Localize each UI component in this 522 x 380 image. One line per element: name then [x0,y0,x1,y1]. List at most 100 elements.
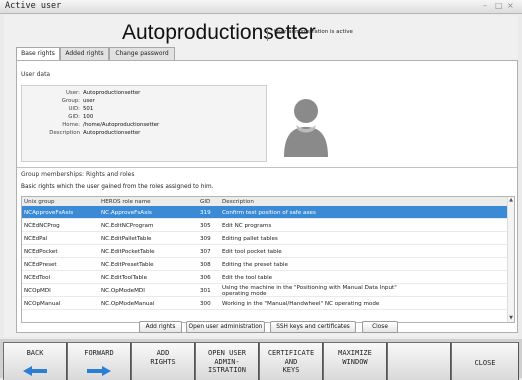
cell-role-name: NC.EditPalletTable [101,235,152,242]
user-field-row: User: Autoproductionsetter [22,89,268,97]
col-description[interactable]: Description [222,197,254,206]
cell-gid: 300 [200,300,211,307]
dialog-header: Autoproductionsetter User administration… [4,15,518,46]
cell-unix-group: NCApproveFsAxis [24,209,74,216]
close-window-icon[interactable]: × [507,1,514,10]
field-label: Description [49,130,80,136]
cell-gid: 306 [200,274,211,281]
field-value: /home/Autoproductionsetter [83,122,160,128]
tab-added-rights[interactable]: Added rights [60,47,109,60]
table-row[interactable]: NCOpMDI NC.OpModeMDI 301 Using the machi… [22,284,509,297]
tab-base-rights[interactable]: Base rights [16,47,60,61]
cell-description: Edit the tool table [222,274,273,281]
cell-role-name: NC.OpModeMDI [101,287,145,294]
softkey-label: MAXIMIZE WINDOW [338,349,372,366]
cell-role-name: NC.ApproveFsAxis [101,209,152,216]
col-role-name[interactable]: HEROS role name [101,197,151,206]
cell-unix-group: NCOpMDI [24,287,51,294]
table-row[interactable]: NCApproveFsAxis NC.ApproveFsAxis 319 Con… [22,206,509,219]
close-button[interactable]: Close [362,321,398,333]
user-data-heading: User data [21,71,51,78]
cell-unix-group: NCOpManual [24,300,61,307]
cell-description: Editing pallet tables [222,235,278,242]
cell-description: Using the machine in the "Positioning wi… [222,284,397,297]
table-row[interactable]: NCEdTool NC.EditToolTable 306 Edit the t… [22,271,509,284]
field-value: user [83,98,95,104]
scroll-down-icon[interactable]: ▼ [508,315,514,321]
softkey-label: ADD RIGHTS [150,349,176,366]
section-divider [17,167,517,168]
header-divider [267,27,268,41]
minimize-icon[interactable]: – [483,1,487,10]
field-value: 100 [83,114,94,120]
add-rights-button[interactable]: Add rights [139,321,182,333]
cell-unix-group: NCEdPreset [24,261,57,268]
admin-status-text: User administration is active [274,29,353,35]
cell-description: Working in the "Manual/Handwheel" NC ope… [222,300,380,307]
field-label: User: [65,90,80,96]
softkey-label: OPEN USER ADMIN- ISTRATION [208,349,246,374]
softkey-label: FORWARD [84,349,114,357]
table-row[interactable]: NCEdPreset NC.EditPresetTable 308 Editin… [22,258,509,271]
field-value: 501 [83,106,94,112]
open-user-admin-button[interactable]: Open user administration [186,321,265,333]
scroll-up-icon[interactable]: ▲ [508,197,514,203]
cell-gid: 309 [200,235,211,242]
user-data-box: User: Autoproductionsetter Group: user U… [21,85,267,162]
softkey-label: CLOSE [474,359,496,367]
softkey-close[interactable]: CLOSE [451,342,519,380]
group-memberships-heading: Group memberships: Rights and roles [21,171,135,178]
arrow-right-icon [87,366,111,376]
cell-role-name: NC.OpModeManual [101,300,155,307]
softkey-label: BACK [26,349,44,357]
cell-gid: 319 [200,209,211,216]
window-title: Active user [5,1,62,11]
maximize-icon[interactable]: □ [495,1,503,10]
col-unix-group[interactable]: Unix group [24,197,55,206]
cell-gid: 307 [200,248,211,255]
softkey-open-user-admin[interactable]: OPEN USER ADMIN- ISTRATION [195,342,259,380]
field-value: Autoproductionsetter [83,130,141,136]
group-table: Unix group HEROS role name GID Descripti… [21,196,515,323]
table-row[interactable]: NCEdPocket NC.EditPocketTable 307 Edit t… [22,245,509,258]
cell-description: Edit tool pocket table [222,248,282,255]
arrow-left-icon [23,366,47,376]
user-field-row: Group: user [22,97,268,105]
cell-description: Edit NC programs [222,222,272,229]
softkey-empty[interactable] [387,342,451,380]
user-field-row: Description Autoproductionsetter [22,129,268,137]
tab-content: User data User: Autoproductionsetter Gro… [16,60,518,333]
softkey-label [388,343,450,349]
cell-role-name: NC.EditPocketTable [101,248,155,255]
field-label: UID: [68,106,80,112]
field-label: Group: [61,98,80,104]
field-value: Autoproductionsetter [83,90,141,96]
cell-unix-group: NCEdPal [24,235,48,242]
cell-role-name: NC.EditNCProgram [101,222,154,229]
user-avatar-icon [284,99,328,157]
col-gid[interactable]: GID [200,197,210,206]
window-titlebar: Active user – □ × [0,0,522,14]
table-row[interactable]: NCEdNCProg NC.EditNCProgram 305 Edit NC … [22,219,509,232]
ssh-keys-button[interactable]: SSH keys and certificates [270,321,356,333]
table-row[interactable]: NCOpManual NC.OpModeManual 300 Working i… [22,297,509,310]
tab-change-password[interactable]: Change password [109,47,175,60]
softkey-bar: BACK FORWARD ADD RIGHTS OPEN USER ADMIN-… [0,339,522,380]
user-dialog: Autoproductionsetter User administration… [4,15,518,337]
softkey-label: CERTIFICATE AND KEYS [267,349,315,374]
table-row[interactable]: NCEdPal NC.EditPalletTable 309 Editing p… [22,232,509,245]
cell-role-name: NC.EditToolTable [101,274,148,281]
cell-unix-group: NCEdNCProg [24,222,60,229]
group-info-text: Basic rights which the user gained from … [21,184,214,190]
softkey-forward[interactable]: FORWARD [67,342,131,380]
user-field-row: UID: 501 [22,105,268,113]
table-scrollbar[interactable]: ▲ ▼ [507,197,514,322]
user-field-row: GID: 100 [22,113,268,121]
softkey-add-rights[interactable]: ADD RIGHTS [131,342,195,380]
softkey-maximize-window[interactable]: MAXIMIZE WINDOW [323,342,387,380]
softkey-back[interactable]: BACK [3,342,67,380]
user-field-row: Home: /home/Autoproductionsetter [22,121,268,129]
cell-unix-group: NCEdPocket [24,248,58,255]
cell-description: Confirm test position of safe axes [222,209,316,216]
softkey-certificates-keys[interactable]: CERTIFICATE AND KEYS [259,342,323,380]
